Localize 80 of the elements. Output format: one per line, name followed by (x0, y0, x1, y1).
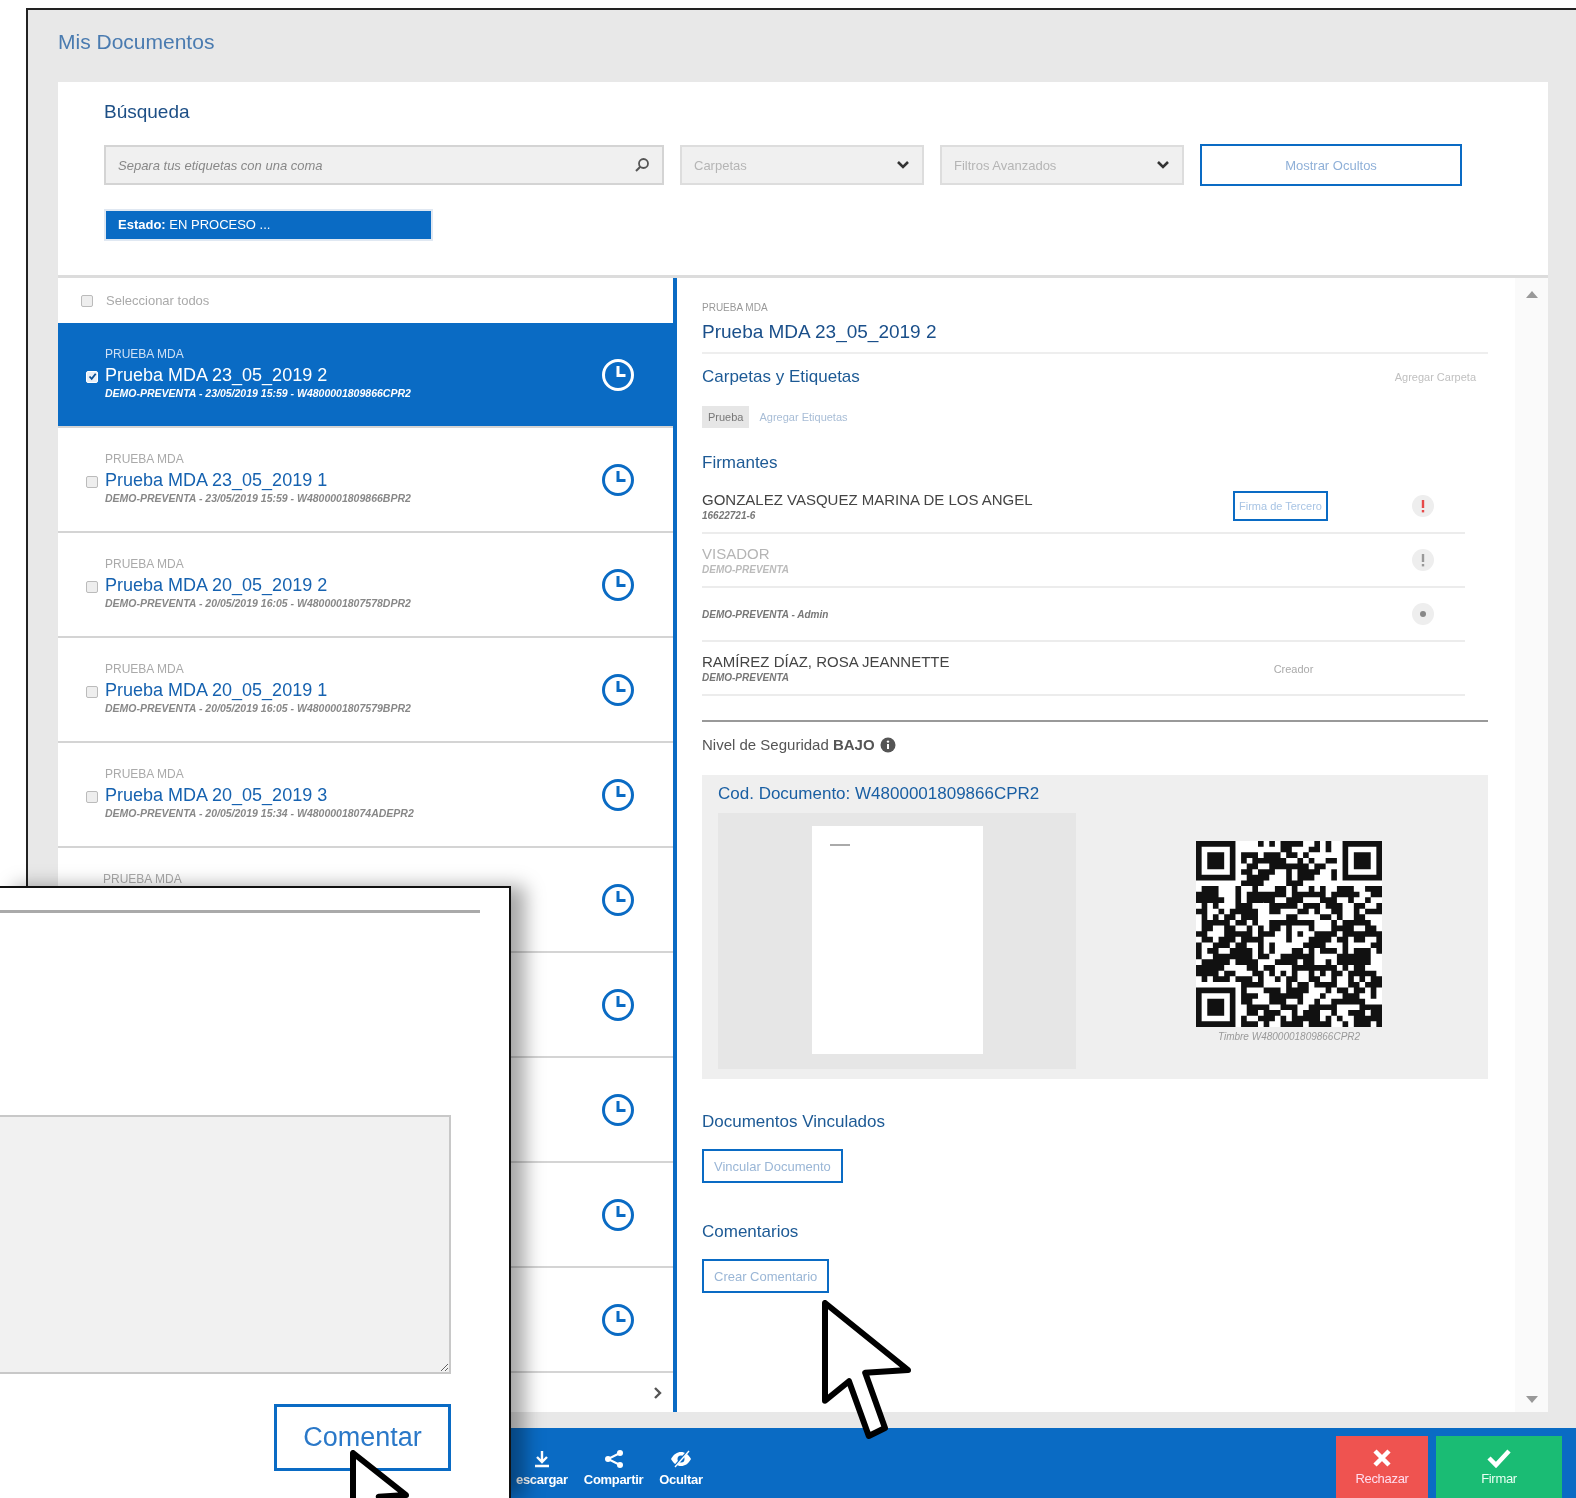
document-code: Cod. Documento: W4800001809866CPR2 (718, 783, 1041, 805)
document-category: PRUEBA MDA (105, 452, 185, 466)
document-meta: DEMO-PREVENTA - 23/05/2019 15:59 - W4800001809866CPR2 (105, 386, 412, 400)
search-field[interactable]: Separa tus etiquetas con una coma (104, 145, 664, 185)
clock-icon (601, 567, 635, 602)
signer-detail: DEMO-PREVENTA (702, 670, 791, 684)
page-title: Mis Documentos (57, 29, 216, 55)
signer-detail: DEMO-PREVENTA (702, 562, 791, 576)
document-category: PRUEBA MDA (105, 767, 185, 781)
document-meta: DEMO-PREVENTA - 23/05/2019 15:59 - W4800001809866BPR2 (105, 491, 412, 505)
document-category: PRUEBA MDA (105, 557, 185, 571)
document-category: PRUEBA MDA (103, 872, 183, 886)
document-title[interactable]: Prueba MDA 23_05_2019 2 (105, 364, 594, 386)
section-heading: Carpetas y Etiquetas (702, 366, 860, 388)
text-line-icon (829, 844, 850, 846)
close-icon (1372, 1448, 1392, 1468)
chevron-down-icon (1156, 160, 1170, 170)
checkbox[interactable] (86, 790, 98, 803)
comment-field[interactable] (0, 1115, 451, 1374)
checkbox[interactable] (81, 294, 93, 307)
tag[interactable]: Prueba (702, 406, 750, 428)
section-heading: Comentarios (702, 1221, 800, 1243)
chevron-down-icon (896, 160, 910, 170)
signer-role: Creador (1273, 663, 1314, 675)
document-title: Prueba MDA 23_05_2019 2 (702, 314, 1488, 354)
pending-icon (1411, 548, 1435, 572)
document-item-highlight[interactable]: PRUEBA MDA Prueba MDA 23_05_2019 2 DEMO-PREVENTA - 23/05/2019 15:59 - W4800001809866CPR2 (58, 323, 673, 426)
scrollbar[interactable] (1515, 278, 1548, 1412)
document-category: PRUEBA MDA (702, 302, 769, 314)
checkbox[interactable] (86, 685, 98, 698)
clock-icon (601, 987, 635, 1022)
document-meta: DEMO-PREVENTA - 20/05/2019 16:05 - W4800001807578DPR2 (105, 596, 412, 610)
scroll-up-icon[interactable] (1524, 290, 1539, 299)
reject-button[interactable]: Rechazar (1336, 1436, 1428, 1498)
clock-icon (601, 672, 635, 707)
document-category: PRUEBA MDA (105, 662, 185, 676)
signer-detail: DEMO-PREVENTA - Admin (702, 607, 830, 621)
signer-detail: 16622721-6 (702, 508, 757, 522)
document-meta: DEMO-PREVENTA - 20/05/2019 15:34 - W48000018074ADEPR2 (105, 806, 415, 820)
section-heading: Documentos Vinculados (702, 1111, 886, 1133)
clock-icon (601, 357, 635, 392)
document-category: PRUEBA MDA (105, 347, 185, 361)
search-icon (634, 157, 650, 173)
info-icon (879, 736, 896, 753)
toolbar-button[interactable]: escargar (508, 1438, 576, 1498)
section-heading: Firmantes (702, 452, 779, 474)
stamp-caption: Timbre W4800001809866CPR2 (1217, 1030, 1361, 1042)
checkbox[interactable] (86, 580, 98, 593)
signer-name: GONZALEZ VASQUEZ MARINA DE LOS ANGEL (702, 490, 1034, 509)
checkbox[interactable] (86, 475, 98, 488)
toolbar-button[interactable]: Ocultar (651, 1438, 711, 1498)
document-title[interactable]: Prueba MDA 20_05_2019 1 (105, 679, 594, 701)
document-item[interactable]: PRUEBA MDA Prueba MDA 20_05_2019 2 DEMO-PREVENTA - 20/05/2019 16:05 - W4800001807578DPR2 (58, 533, 673, 636)
toolbar-button[interactable]: Compartir (575, 1438, 652, 1498)
signer-name: VISADOR (702, 544, 771, 563)
scroll-down-icon[interactable] (1524, 1395, 1539, 1404)
clock-icon (601, 1302, 635, 1337)
warning-icon (1411, 494, 1435, 518)
hidden-eye-icon (668, 1449, 693, 1469)
clock-icon (601, 462, 635, 497)
document-meta: DEMO-PREVENTA - 20/05/2019 16:05 - W4800001807579BPR2 (105, 701, 412, 715)
clock-icon (601, 1092, 635, 1127)
document-title[interactable]: Prueba MDA 20_05_2019 2 (105, 574, 594, 596)
signer-name: RAMÍREZ DÍAZ, ROSA JEANNETTE (702, 652, 951, 671)
document-item[interactable]: PRUEBA MDA Prueba MDA 20_05_2019 3 DEMO-PREVENTA - 20/05/2019 15:34 - W48000018074ADEPR2 (58, 743, 673, 846)
clock-icon (601, 882, 635, 917)
checkmark-icon (1487, 1448, 1511, 1468)
section-heading: Búsqueda (104, 100, 191, 124)
eye-icon (1411, 602, 1435, 626)
clock-icon (601, 1197, 635, 1232)
clock-icon (601, 777, 635, 812)
document-title[interactable]: Prueba MDA 20_05_2019 3 (105, 784, 594, 806)
security-level: Nivel de Seguridad BAJO (702, 736, 875, 753)
comment-button[interactable]: Comentar (274, 1404, 451, 1471)
document-item[interactable]: PRUEBA MDA Prueba MDA 23_05_2019 1 DEMO-PREVENTA - 23/05/2019 15:59 - W4800001809866BPR2 (58, 428, 673, 531)
status-filter-chip[interactable]: Estado: EN PROCESO ... (104, 209, 433, 241)
share-icon (602, 1449, 625, 1469)
chevron-right-icon[interactable] (653, 1385, 663, 1400)
document-item[interactable]: PRUEBA MDA Prueba MDA 20_05_2019 1 DEMO-PREVENTA - 20/05/2019 16:05 - W4800001807579BPR2 (58, 638, 673, 741)
document-title[interactable]: Prueba MDA 23_05_2019 1 (105, 469, 594, 491)
